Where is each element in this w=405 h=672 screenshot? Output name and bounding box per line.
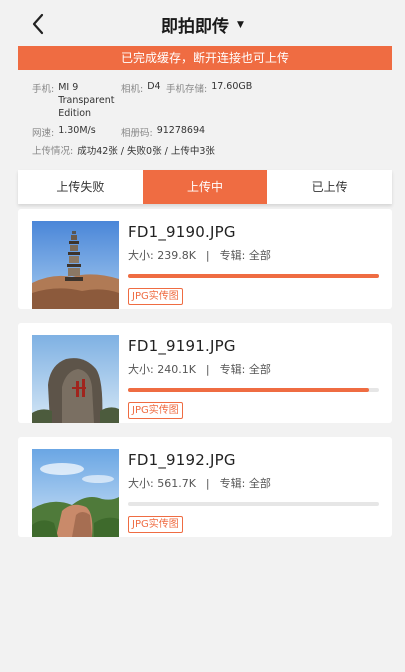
camera-info: 相机: D4 bbox=[121, 81, 161, 95]
album-code-label: 相册码: bbox=[121, 128, 153, 139]
file-size: 大小: 561.7K bbox=[128, 477, 196, 490]
tab-uploaded[interactable]: 已上传 bbox=[267, 170, 392, 204]
file-name: FD1_9191.JPG bbox=[128, 337, 236, 355]
storage-label: 手机存储: bbox=[166, 84, 208, 95]
rock-inscription-photo-thumbnail bbox=[32, 335, 119, 423]
file-size: 大小: 239.8K bbox=[128, 249, 196, 262]
upload-status-tabs: 上传失败 上传中 已上传 bbox=[18, 170, 392, 204]
mountain-photo-thumbnail bbox=[32, 449, 119, 537]
pagoda-photo-thumbnail bbox=[32, 221, 119, 309]
file-meta: 大小: 239.8K | 专辑: 全部 bbox=[128, 247, 271, 263]
dropdown-caret-icon: ▼ bbox=[237, 20, 244, 30]
file-album: 专辑: 全部 bbox=[219, 363, 271, 376]
page-title: 即拍即传 bbox=[161, 17, 230, 37]
upload-item[interactable]: FD1_9191.JPG 大小: 240.1K | 专辑: 全部 JPG实传图 bbox=[18, 323, 392, 423]
speed-label: 网速: bbox=[32, 128, 55, 139]
storage-info: 手机存储: 17.60GB bbox=[166, 81, 252, 95]
camera-label: 相机: bbox=[121, 84, 144, 95]
cache-complete-banner: 已完成缓存，断开连接也可上传 bbox=[18, 46, 392, 70]
jpg-direct-upload-tag: JPG实传图 bbox=[128, 288, 183, 305]
meta-separator: | bbox=[205, 249, 210, 262]
phone-info: 手机: MI 9 Transparent Edition bbox=[32, 81, 120, 120]
file-meta: 大小: 240.1K | 专辑: 全部 bbox=[128, 361, 271, 377]
upload-status-info: 上传情况: 成功42张 / 失败0张 / 上传中3张 bbox=[32, 143, 215, 157]
speed-value: 1.30M/s bbox=[58, 125, 96, 136]
file-name: FD1_9192.JPG bbox=[128, 451, 236, 469]
upload-status-value: 成功42张 / 失败0张 / 上传中3张 bbox=[77, 146, 215, 157]
upload-item[interactable]: FD1_9190.JPG 大小: 239.8K | 专辑: 全部 JPG实传图 bbox=[18, 209, 392, 309]
phone-value: MI 9 Transparent Edition bbox=[58, 82, 115, 119]
file-album: 专辑: 全部 bbox=[219, 249, 271, 262]
upload-progress-fill bbox=[128, 274, 379, 278]
meta-separator: | bbox=[205, 363, 210, 376]
header: 即拍即传 ▼ bbox=[0, 0, 405, 46]
upload-status-label: 上传情况: bbox=[32, 146, 74, 157]
file-album: 专辑: 全部 bbox=[219, 477, 271, 490]
upload-item[interactable]: FD1_9192.JPG 大小: 561.7K | 专辑: 全部 JPG实传图 bbox=[18, 437, 392, 537]
storage-value: 17.60GB bbox=[211, 81, 253, 92]
jpg-direct-upload-tag: JPG实传图 bbox=[128, 516, 183, 533]
device-info-panel: 手机: MI 9 Transparent Edition 相机: D4 手机存储… bbox=[18, 70, 392, 170]
upload-progress-bar bbox=[128, 388, 379, 392]
upload-progress-bar bbox=[128, 502, 379, 506]
file-size: 大小: 240.1K bbox=[128, 363, 196, 376]
tab-uploading[interactable]: 上传中 bbox=[142, 170, 268, 204]
album-code-info: 相册码: 91278694 bbox=[121, 125, 205, 139]
page-title-dropdown[interactable]: 即拍即传 ▼ bbox=[0, 12, 405, 37]
upload-progress-fill bbox=[128, 388, 369, 392]
file-meta: 大小: 561.7K | 专辑: 全部 bbox=[128, 475, 271, 491]
jpg-direct-upload-tag: JPG实传图 bbox=[128, 402, 183, 419]
file-name: FD1_9190.JPG bbox=[128, 223, 236, 241]
tab-upload-failed[interactable]: 上传失败 bbox=[18, 170, 143, 204]
camera-value: D4 bbox=[147, 81, 161, 92]
meta-separator: | bbox=[205, 477, 210, 490]
upload-progress-bar bbox=[128, 274, 379, 278]
album-code-value: 91278694 bbox=[156, 125, 206, 136]
speed-info: 网速: 1.30M/s bbox=[32, 125, 96, 139]
phone-label: 手机: bbox=[32, 84, 55, 95]
